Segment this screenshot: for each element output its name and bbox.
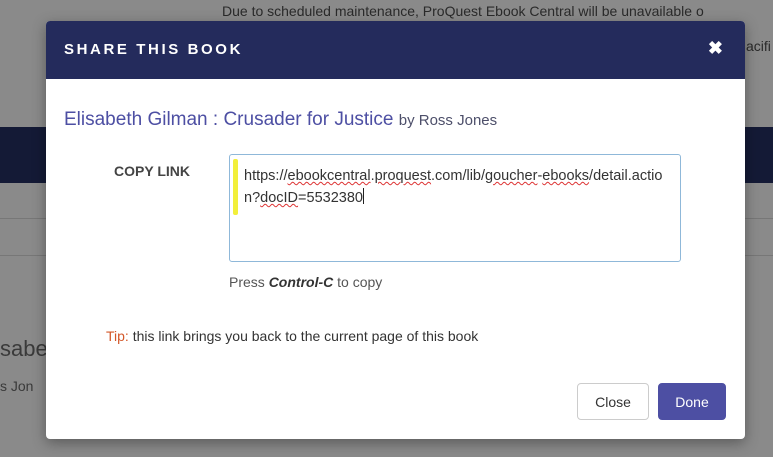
close-button[interactable]: Close	[577, 383, 649, 420]
tip-text: Tip: this link brings you back to the cu…	[106, 328, 479, 344]
copy-hint: Press Control-C to copy	[229, 274, 383, 290]
share-dialog: SHARE THIS BOOK ✖ Elisabeth Gilman : Cru…	[46, 21, 745, 439]
link-textarea[interactable]: https://ebookcentral.proquest.com/lib/go…	[229, 154, 681, 262]
maintenance-banner-text: Due to scheduled maintenance, ProQuest E…	[222, 3, 704, 19]
background-book-title: sabe	[0, 336, 48, 361]
close-icon[interactable]: ✖	[708, 37, 723, 59]
book-heading: Elisabeth Gilman : Crusader for Justice …	[64, 109, 497, 131]
copy-shortcut: Control-C	[268, 274, 334, 290]
copy-link-label: COPY LINK	[114, 163, 190, 179]
background-text-fragment: acifi	[746, 38, 771, 54]
done-button[interactable]: Done	[658, 383, 726, 420]
dialog-header: SHARE THIS BOOK ✖	[46, 21, 745, 79]
book-title: Elisabeth Gilman : Crusader for Justice	[64, 109, 394, 130]
text-caret	[362, 188, 364, 204]
tip-label: Tip:	[106, 328, 129, 344]
background-book-author: s Jon	[0, 378, 34, 394]
link-text[interactable]: https://ebookcentral.proquest.com/lib/go…	[244, 165, 664, 209]
dialog-title: SHARE THIS BOOK	[64, 41, 244, 58]
text-highlight	[233, 159, 238, 215]
book-author: by Ross Jones	[398, 112, 498, 129]
